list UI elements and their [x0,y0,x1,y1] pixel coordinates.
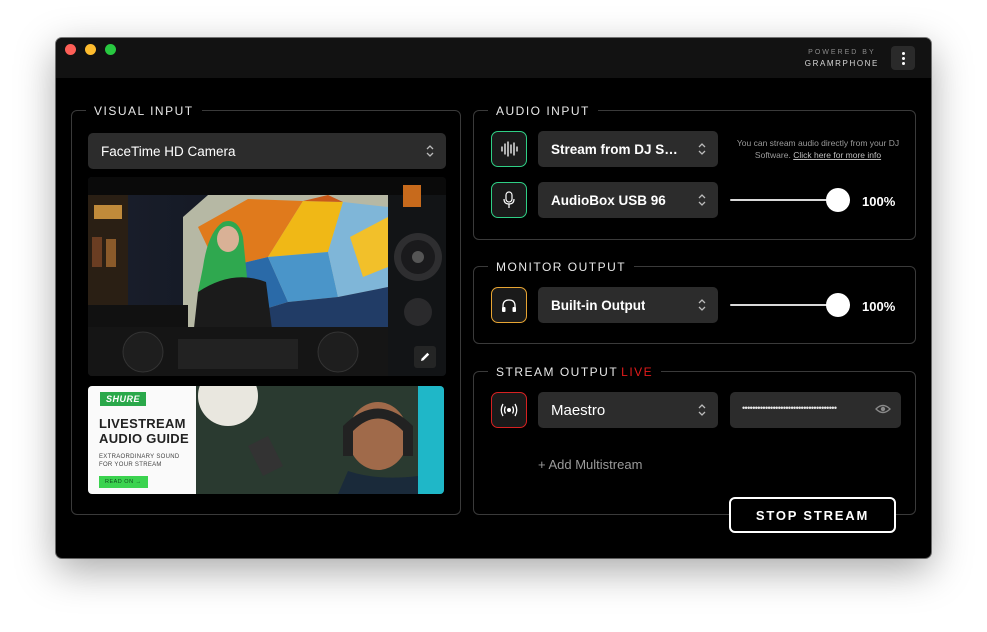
monitor-button[interactable] [491,287,527,323]
more-info-link[interactable]: Click here for more info [793,150,881,160]
microphone-icon [503,191,515,208]
camera-select[interactable]: FaceTime HD Camera [88,133,446,169]
ad-text-block: SHURE LIVESTREAM AUDIO GUIDE EXTRAORDINA… [88,386,196,494]
chevron-updown-icon [698,404,706,416]
camera-preview-image [88,177,446,376]
close-window-button[interactable] [65,44,76,55]
audio-input-panel: AUDIO INPUT Stream from DJ Software You … [473,103,916,240]
audio-input-title: AUDIO INPUT [488,103,598,119]
monitor-output-title: MONITOR OUTPUT [488,259,635,275]
stream-output-title: STREAM OUTPUT LIVE [488,364,662,380]
monitor-output-panel: MONITOR OUTPUT Built-in Output 100% [473,259,916,344]
more-menu-button[interactable] [891,46,915,70]
powered-by-badge: POWERED BY GRAMRPHONE [805,49,879,68]
live-status-badge: LIVE [621,365,654,379]
ad-title-line1: LIVESTREAM [99,416,186,431]
microphone-volume-slider[interactable] [730,188,850,212]
monitor-volume-value: 100% [862,299,896,314]
slider-thumb[interactable] [826,188,850,212]
shure-ad-banner[interactable]: SHURE LIVESTREAM AUDIO GUIDE EXTRAORDINA… [88,386,444,494]
microphone-select[interactable]: AudioBox USB 96 [538,182,718,218]
ad-title-line2: AUDIO GUIDE [99,431,189,446]
monitor-device-select-value: Built-in Output [551,297,646,313]
visual-input-panel: VISUAL INPUT FaceTime HD Camera SHURE LI… [71,103,461,515]
monitor-device-select[interactable]: Built-in Output [538,287,718,323]
audio-source-select[interactable]: Stream from DJ Software [538,131,718,167]
zoom-window-button[interactable] [105,44,116,55]
audio-source-select-value: Stream from DJ Software [551,141,684,157]
ad-title: LIVESTREAM AUDIO GUIDE [99,416,189,446]
camera-preview [88,177,446,376]
ad-subtitle-line1: EXTRAORDINARY SOUND [99,454,180,460]
stream-key-masked-value: ••••••••••••••••••••••••••••••••••••• [742,403,837,413]
chevron-updown-icon [698,143,706,155]
pencil-icon [421,352,430,361]
shure-logo: SHURE [100,392,147,406]
minimize-window-button[interactable] [85,44,96,55]
stop-stream-button[interactable]: STOP STREAM [729,497,896,533]
chevron-updown-icon [698,194,706,206]
audio-source-button[interactable] [491,131,527,167]
chevron-updown-icon [426,145,434,157]
add-multistream-button[interactable]: + Add Multistream [538,457,642,472]
broadcast-icon [500,403,518,417]
dj-software-note: You can stream audio directly from your … [728,137,908,161]
ad-subtitle-line2: FOR YOUR STREAM [99,462,162,468]
stream-destination-button[interactable] [491,392,527,428]
waveform-icon [501,141,518,157]
stream-output-panel: STREAM OUTPUT LIVE Maestro ••••••••••••••… [473,364,916,515]
ad-read-on-button[interactable]: READ ON → [99,476,148,488]
camera-select-value: FaceTime HD Camera [101,143,236,159]
headphones-icon [502,298,516,312]
ad-subtitle: EXTRAORDINARY SOUND FOR YOUR STREAM [99,453,180,469]
microphone-select-value: AudioBox USB 96 [551,192,666,208]
stream-destination-select[interactable]: Maestro [538,392,718,428]
slider-thumb[interactable] [826,293,850,317]
brand-name: GRAMRPHONE [804,59,879,68]
app-window: POWERED BY GRAMRPHONE VISUAL INPUT FaceT… [56,38,931,558]
powered-by-label: POWERED BY [808,49,876,56]
stream-key-field[interactable]: ••••••••••••••••••••••••••••••••••••• [730,392,901,428]
eye-icon[interactable] [875,403,891,415]
stream-output-title-text: STREAM OUTPUT [496,365,619,379]
microphone-button[interactable] [491,182,527,218]
stream-destination-select-value: Maestro [551,401,606,419]
chevron-updown-icon [698,299,706,311]
title-bar: POWERED BY GRAMRPHONE [56,38,931,78]
microphone-volume-value: 100% [862,194,896,209]
monitor-volume-slider[interactable] [730,293,850,317]
visual-input-title: VISUAL INPUT [86,103,202,119]
edit-visual-button[interactable] [414,346,436,368]
